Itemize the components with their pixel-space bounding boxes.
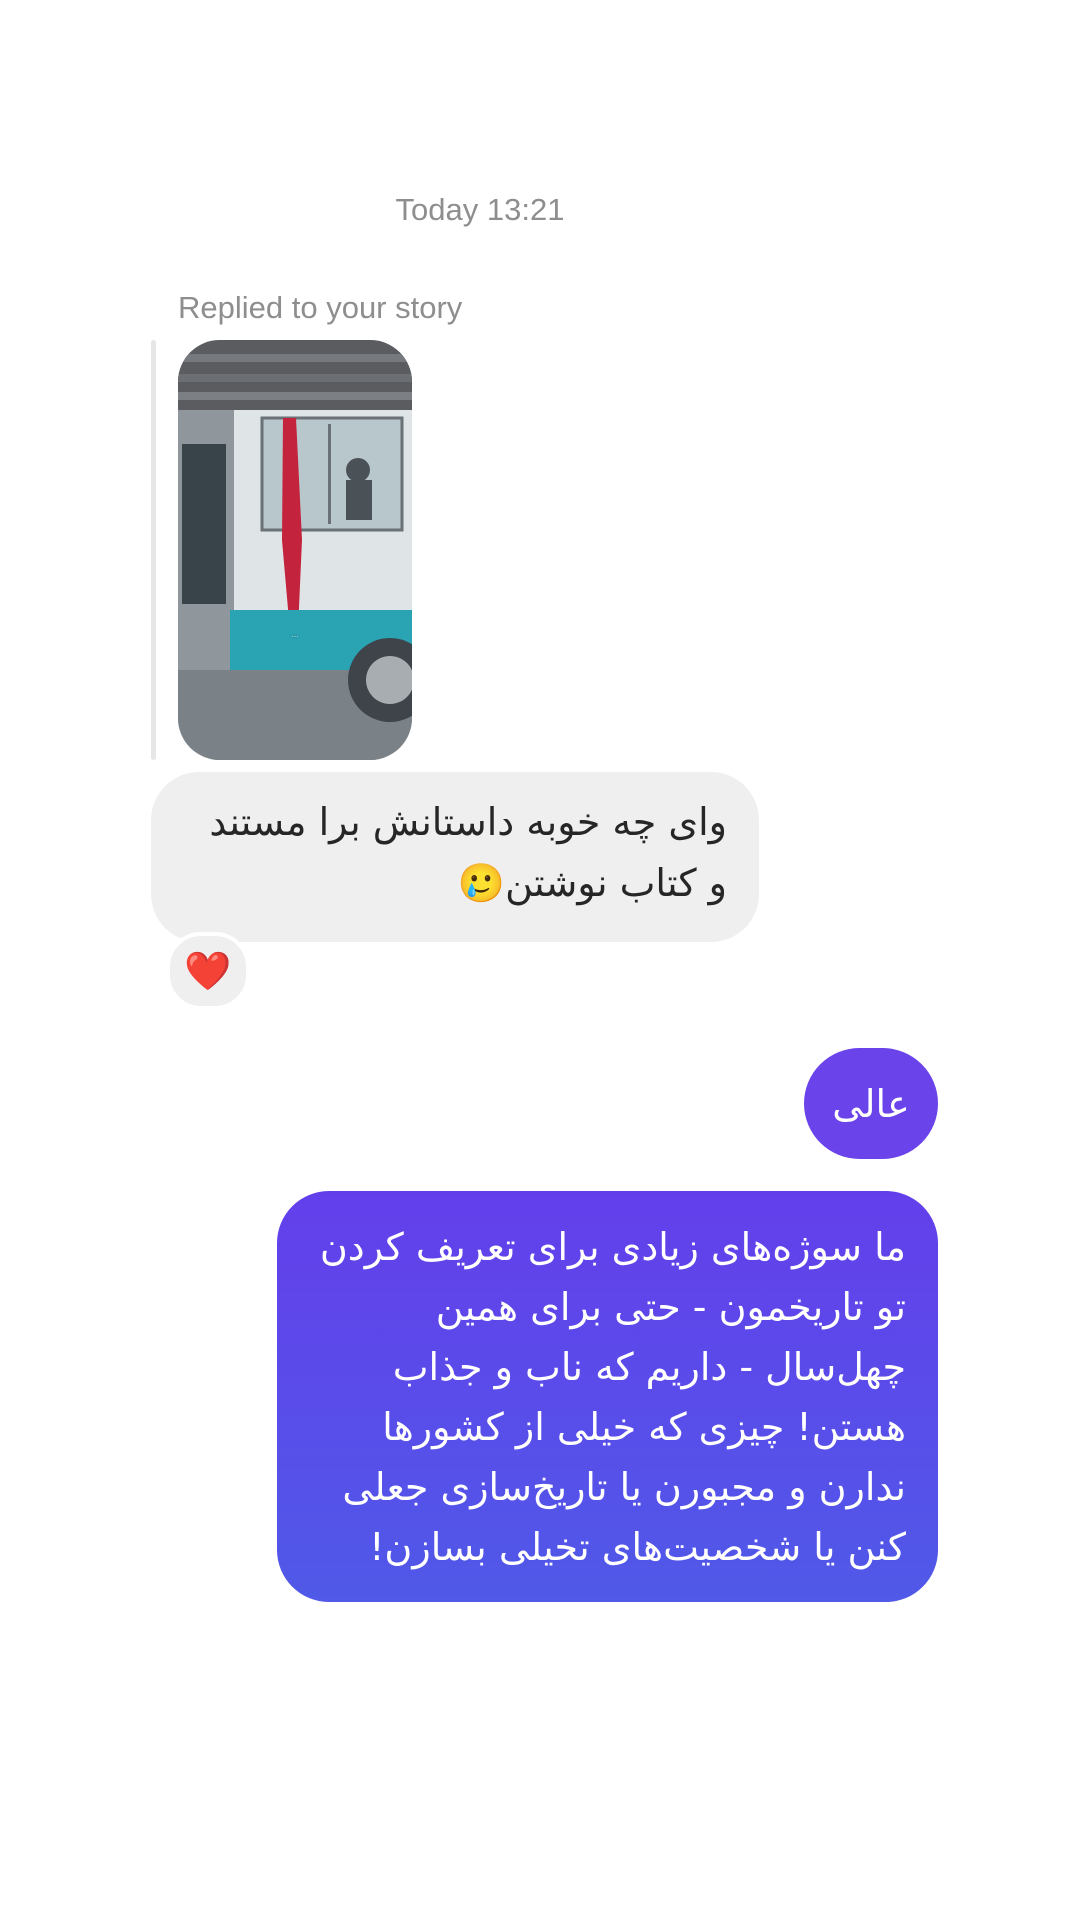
story-caption-text: ... — [291, 631, 299, 639]
outgoing-message-bubble-short[interactable]: عالی — [804, 1048, 938, 1159]
heart-reaction[interactable]: ❤️ — [166, 932, 250, 1010]
dm-thread: Today 13:21 Replied to your story ... وا… — [0, 0, 1080, 1920]
story-reply-label: Replied to your story — [178, 290, 463, 325]
incoming-message-bubble[interactable]: وای چه خوبه داستانش برا مستند و کتاب نوش… — [151, 772, 759, 942]
story-thumbnail[interactable]: ... — [178, 340, 412, 760]
incoming-message-text: وای چه خوبه داستانش برا مستند و کتاب نوش… — [209, 800, 727, 905]
heart-icon: ❤️ — [184, 948, 232, 993]
reply-indicator-bar — [151, 340, 156, 760]
message-timestamp: Today 13:21 — [395, 192, 565, 227]
outgoing-message-bubble-long[interactable]: ما سوژه‌های زیادی برای تعریف کردن تو تار… — [277, 1191, 938, 1602]
story-image — [178, 340, 412, 760]
outgoing-message-text-short: عالی — [832, 1081, 910, 1126]
outgoing-message-text-long: ما سوژه‌های زیادی برای تعریف کردن تو تار… — [319, 1225, 906, 1569]
